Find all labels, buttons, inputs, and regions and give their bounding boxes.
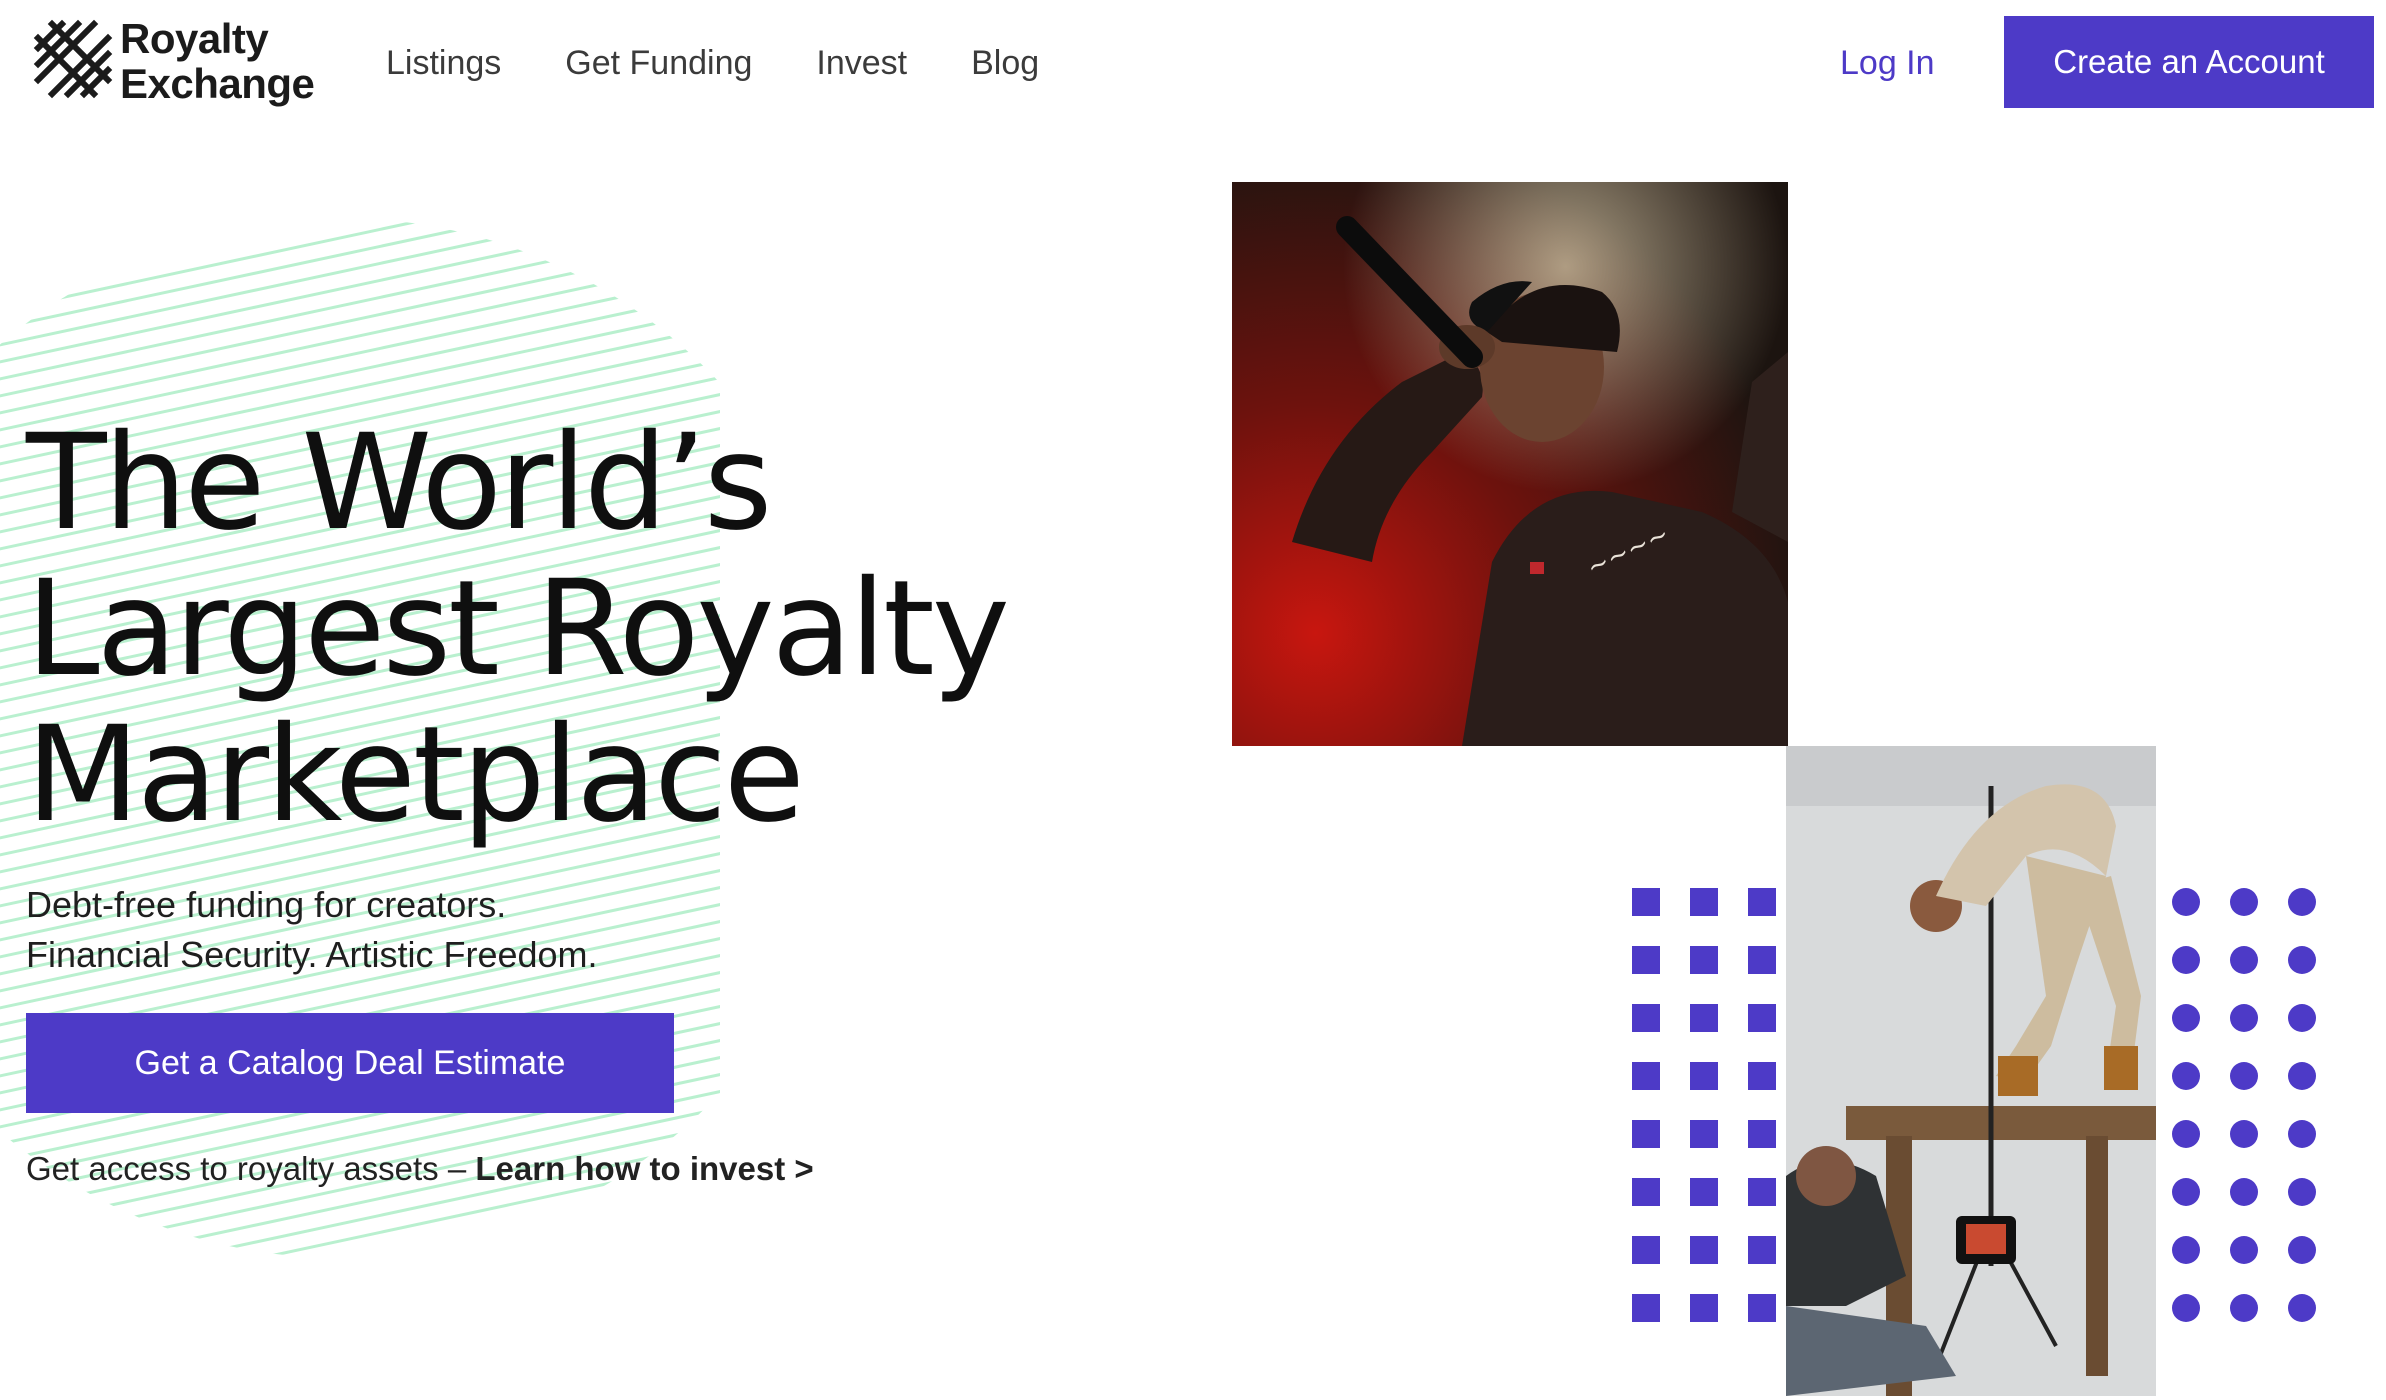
logo-wordmark: Royalty Exchange	[120, 15, 315, 107]
logo-line-1: Royalty	[120, 15, 269, 62]
square-dot	[1690, 888, 1718, 916]
square-dot	[1690, 1294, 1718, 1322]
square-dot	[1748, 946, 1776, 974]
square-dot	[1632, 1004, 1660, 1032]
round-dot	[2230, 888, 2258, 916]
royalty-exchange-logo[interactable]: Royalty Exchange	[32, 15, 342, 108]
stripe-line	[0, 218, 720, 364]
site-header: Royalty Exchange Listings Get Funding In…	[0, 0, 2386, 126]
round-dot-grid	[2172, 888, 2316, 1322]
square-dot	[1690, 1062, 1718, 1090]
square-dot	[1690, 1178, 1718, 1206]
square-dot	[1632, 946, 1660, 974]
nav-get-funding[interactable]: Get Funding	[565, 37, 752, 89]
round-dot	[2230, 1236, 2258, 1264]
square-dot	[1690, 946, 1718, 974]
round-dot	[2230, 1062, 2258, 1090]
round-dot	[2172, 946, 2200, 974]
square-dot	[1748, 1004, 1776, 1032]
square-dot	[1690, 1004, 1718, 1032]
square-dot	[1748, 1294, 1776, 1322]
round-dot	[2288, 1004, 2316, 1032]
dancer-photo	[1786, 746, 2156, 1396]
round-dot	[2172, 1294, 2200, 1322]
round-dot	[2288, 946, 2316, 974]
round-dot	[2230, 1120, 2258, 1148]
round-dot	[2288, 1294, 2316, 1322]
stripe-line	[0, 218, 720, 330]
invest-prefix: Get access to royalty assets –	[26, 1150, 476, 1187]
round-dot	[2288, 1062, 2316, 1090]
square-dot	[1632, 1120, 1660, 1148]
round-dot	[2230, 946, 2258, 974]
hero-subtitle-line-2: Financial Security. Artistic Freedom.	[26, 934, 598, 975]
login-link[interactable]: Log In	[1840, 37, 1935, 89]
square-dot	[1748, 1178, 1776, 1206]
hero-subtitle-line-1: Debt-free funding for creators.	[26, 884, 507, 925]
round-dot	[2288, 1236, 2316, 1264]
round-dot	[2230, 1178, 2258, 1206]
performer-photo: ~~~~	[1232, 182, 1788, 746]
round-dot	[2172, 1004, 2200, 1032]
square-dot	[1690, 1236, 1718, 1264]
round-dot	[2172, 888, 2200, 916]
hero-title-line-1: The World’s	[26, 406, 772, 560]
round-dot	[2172, 1236, 2200, 1264]
round-dot	[2288, 1178, 2316, 1206]
hero-title-line-2: Largest Royalty	[26, 552, 1010, 706]
logo-mark-icon	[33, 19, 113, 99]
square-dot	[1748, 1236, 1776, 1264]
hero-title-line-3: Marketplace	[26, 698, 805, 852]
round-dot	[2172, 1120, 2200, 1148]
hero-title: The World’s Largest Royalty Marketplace	[26, 410, 1126, 848]
round-dot	[2288, 888, 2316, 916]
square-dot	[1632, 1294, 1660, 1322]
round-dot	[2172, 1178, 2200, 1206]
square-dot	[1632, 1236, 1660, 1264]
learn-invest-link[interactable]: Learn how to invest >	[475, 1150, 813, 1187]
nav-listings[interactable]: Listings	[386, 37, 501, 89]
catalog-estimate-button[interactable]: Get a Catalog Deal Estimate	[26, 1013, 674, 1113]
nav-blog[interactable]: Blog	[971, 37, 1039, 89]
square-dot	[1632, 888, 1660, 916]
square-dot	[1748, 1120, 1776, 1148]
square-dot	[1748, 1062, 1776, 1090]
logo-line-2: Exchange	[120, 60, 315, 107]
round-dot	[2172, 1062, 2200, 1090]
square-dot	[1632, 1178, 1660, 1206]
round-dot	[2230, 1004, 2258, 1032]
round-dot	[2230, 1294, 2258, 1322]
stripe-line	[0, 218, 720, 347]
create-account-button[interactable]: Create an Account	[2004, 16, 2374, 108]
round-dot	[2288, 1120, 2316, 1148]
invest-line: Get access to royalty assets – Learn how…	[26, 1144, 814, 1194]
hero-subtitle: Debt-free funding for creators. Financia…	[26, 880, 598, 980]
square-dot	[1690, 1120, 1718, 1148]
square-dot-grid	[1632, 888, 1776, 1322]
main-nav: Listings Get Funding Invest Blog	[386, 37, 1103, 89]
nav-invest[interactable]: Invest	[816, 37, 907, 89]
square-dot	[1748, 888, 1776, 916]
square-dot	[1632, 1062, 1660, 1090]
